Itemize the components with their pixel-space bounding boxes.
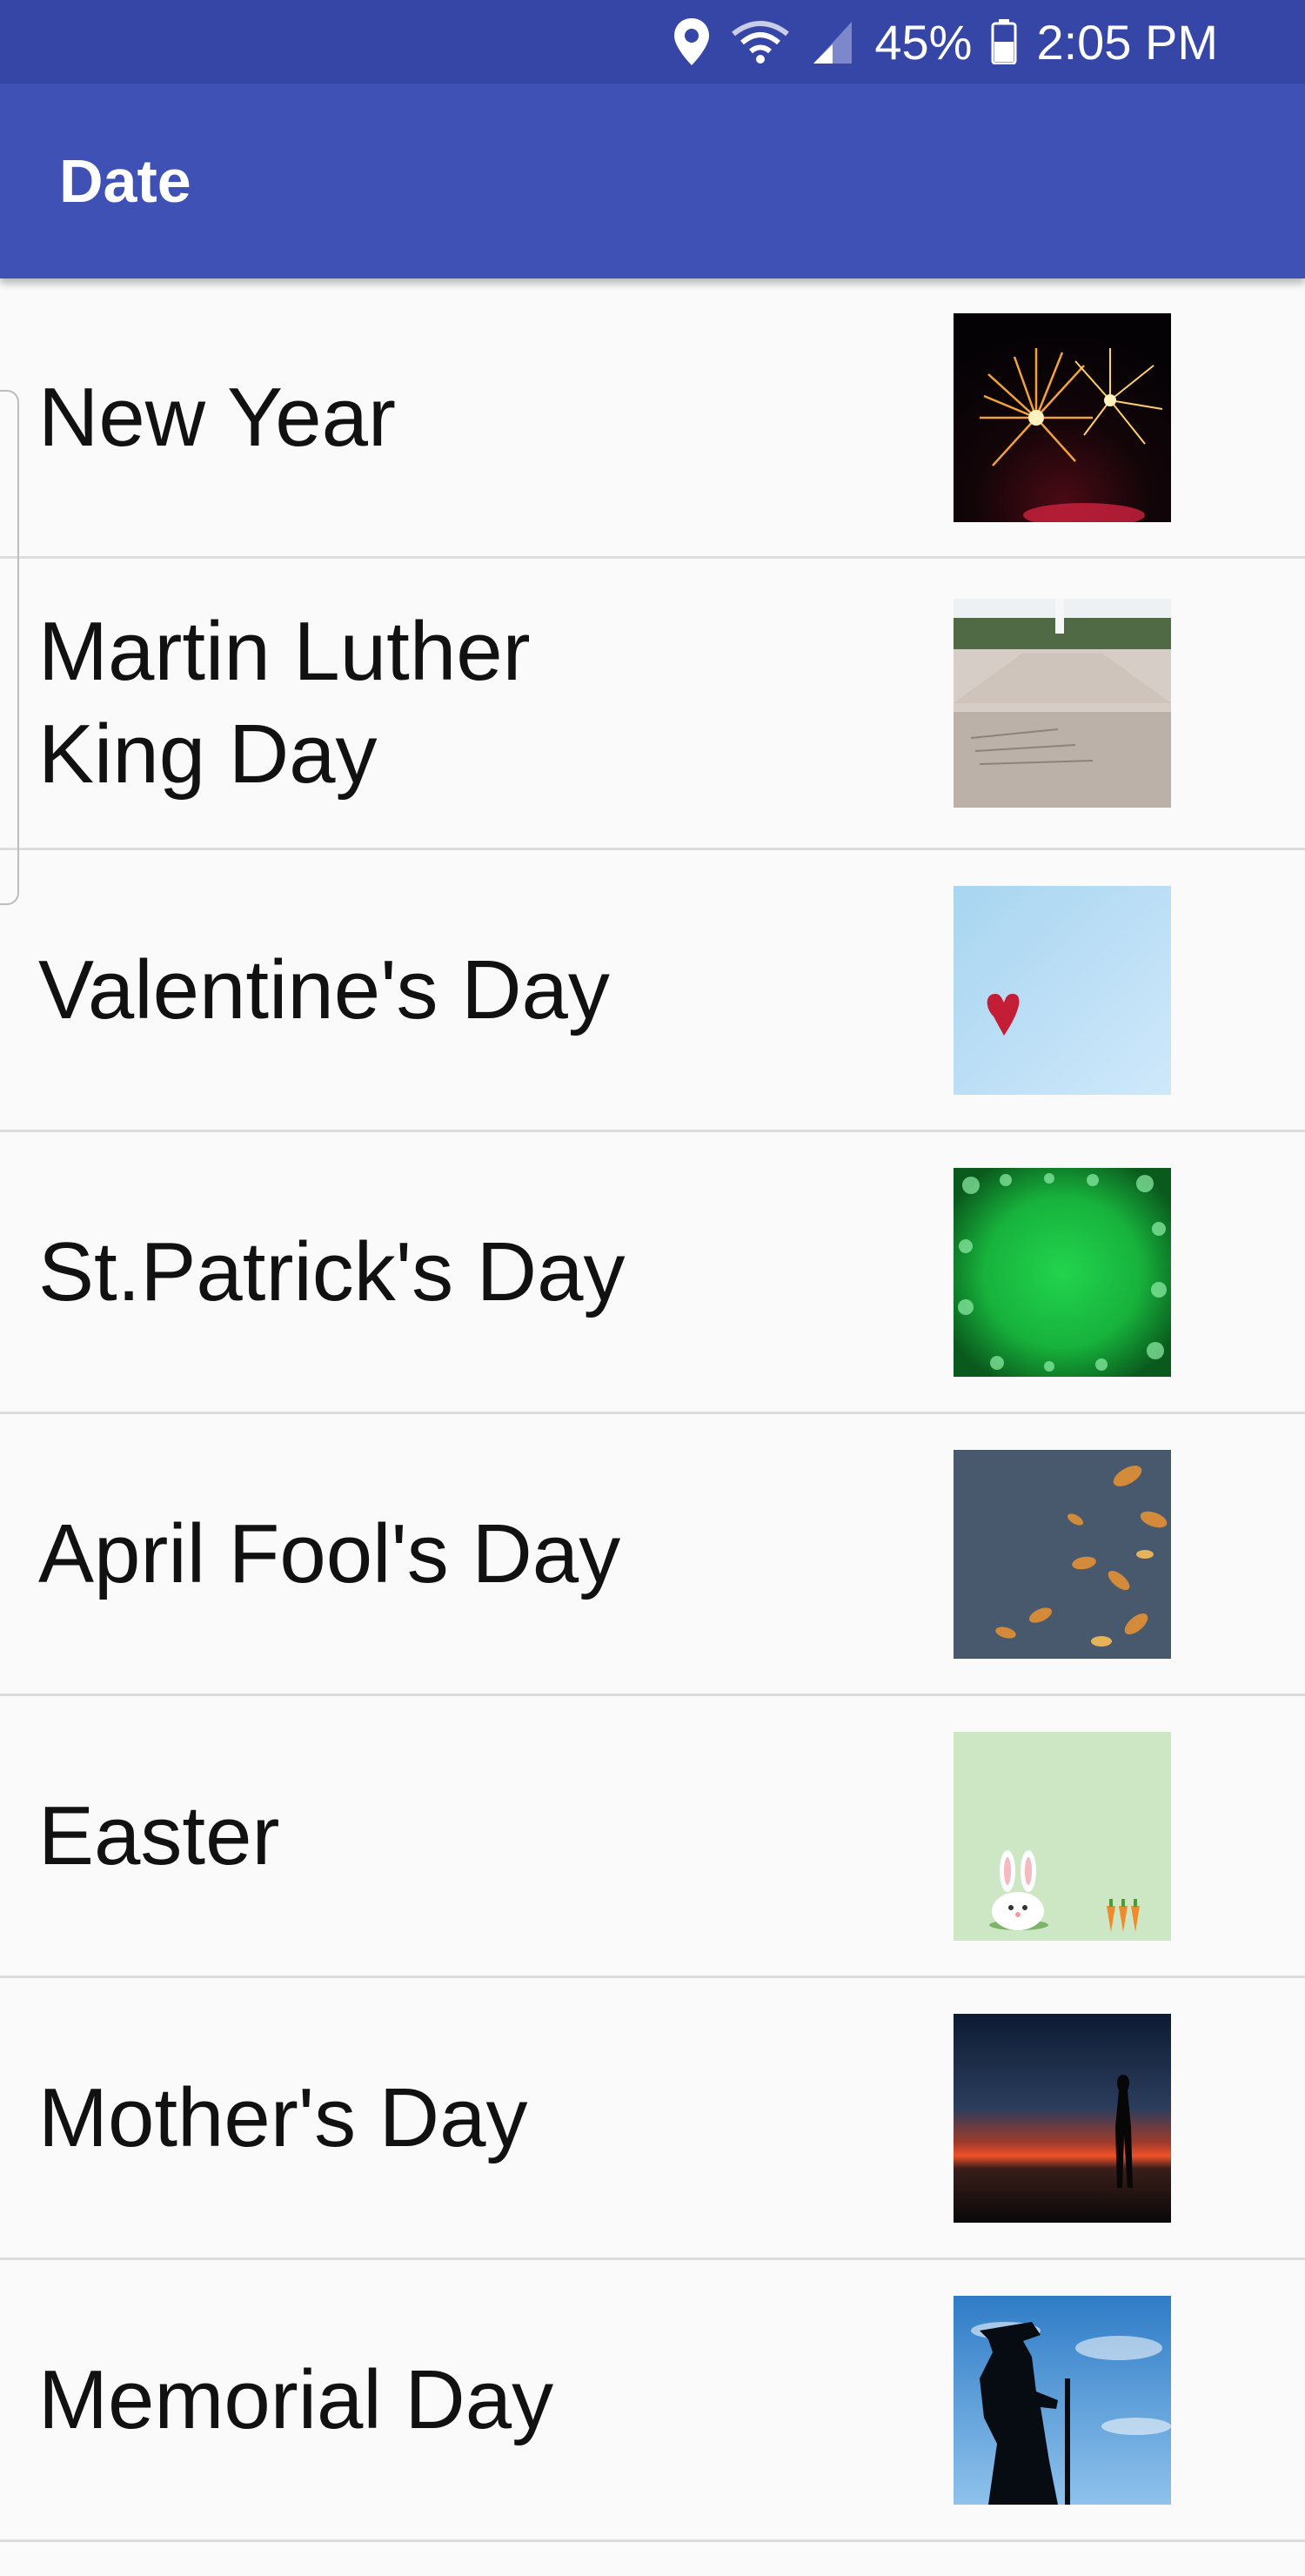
holiday-list: New Year Martin Luther King Day Valentin… [0, 278, 1305, 2542]
soldier-silhouette-image [954, 2295, 1171, 2505]
list-item-april-fools-day[interactable]: April Fool's Day [0, 1414, 1305, 1696]
list-item-label: Mother's Day [38, 2070, 528, 2164]
list-item-valentines-day[interactable]: Valentine's Day [0, 850, 1305, 1132]
memorial-plaza-image [954, 599, 1171, 808]
autumn-leaves-puddle-image [954, 1449, 1171, 1659]
bunny-carrots-image [954, 1731, 1171, 1941]
location-icon [673, 17, 711, 67]
status-icons: 45% 2:05 PM [673, 0, 1218, 84]
list-item-label: New Year [38, 370, 396, 464]
list-item-label: Valentine's Day [38, 943, 610, 1036]
list-item-label: Memorial Day [38, 2352, 554, 2446]
list-item-new-year[interactable]: New Year [0, 278, 1305, 559]
list-item-easter[interactable]: Easter [0, 1696, 1305, 1978]
list-item-label: Martin Luther King Day [38, 605, 531, 801]
list-item-memorial-day[interactable]: Memorial Day [0, 2260, 1305, 2542]
sunset-silhouette-image [954, 2013, 1171, 2223]
app-bar: Date [0, 84, 1305, 278]
battery-icon [991, 19, 1017, 64]
list-item-label: St.Patrick's Day [38, 1224, 626, 1318]
signal-icon [810, 18, 855, 65]
status-bar: 45% 2:05 PM [0, 0, 1305, 84]
battery-percent: 45% [874, 14, 973, 70]
list-item-st-patricks-day[interactable]: St.Patrick's Day [0, 1132, 1305, 1414]
heart-on-snow-image [954, 885, 1171, 1095]
list-item-label: Easter [38, 1788, 280, 1882]
list-item-martin-luther-king-day[interactable]: Martin Luther King Day [0, 559, 1305, 850]
clock: 2:05 PM [1036, 14, 1218, 70]
list-item-mothers-day[interactable]: Mother's Day [0, 1978, 1305, 2260]
fireworks-image [954, 312, 1171, 522]
wifi-icon [730, 18, 791, 65]
list-item-label: April Fool's Day [38, 1506, 621, 1600]
edge-panel-handle[interactable] [0, 390, 19, 905]
green-snowflake-frame-image [954, 1167, 1171, 1377]
page-title: Date [59, 147, 191, 215]
